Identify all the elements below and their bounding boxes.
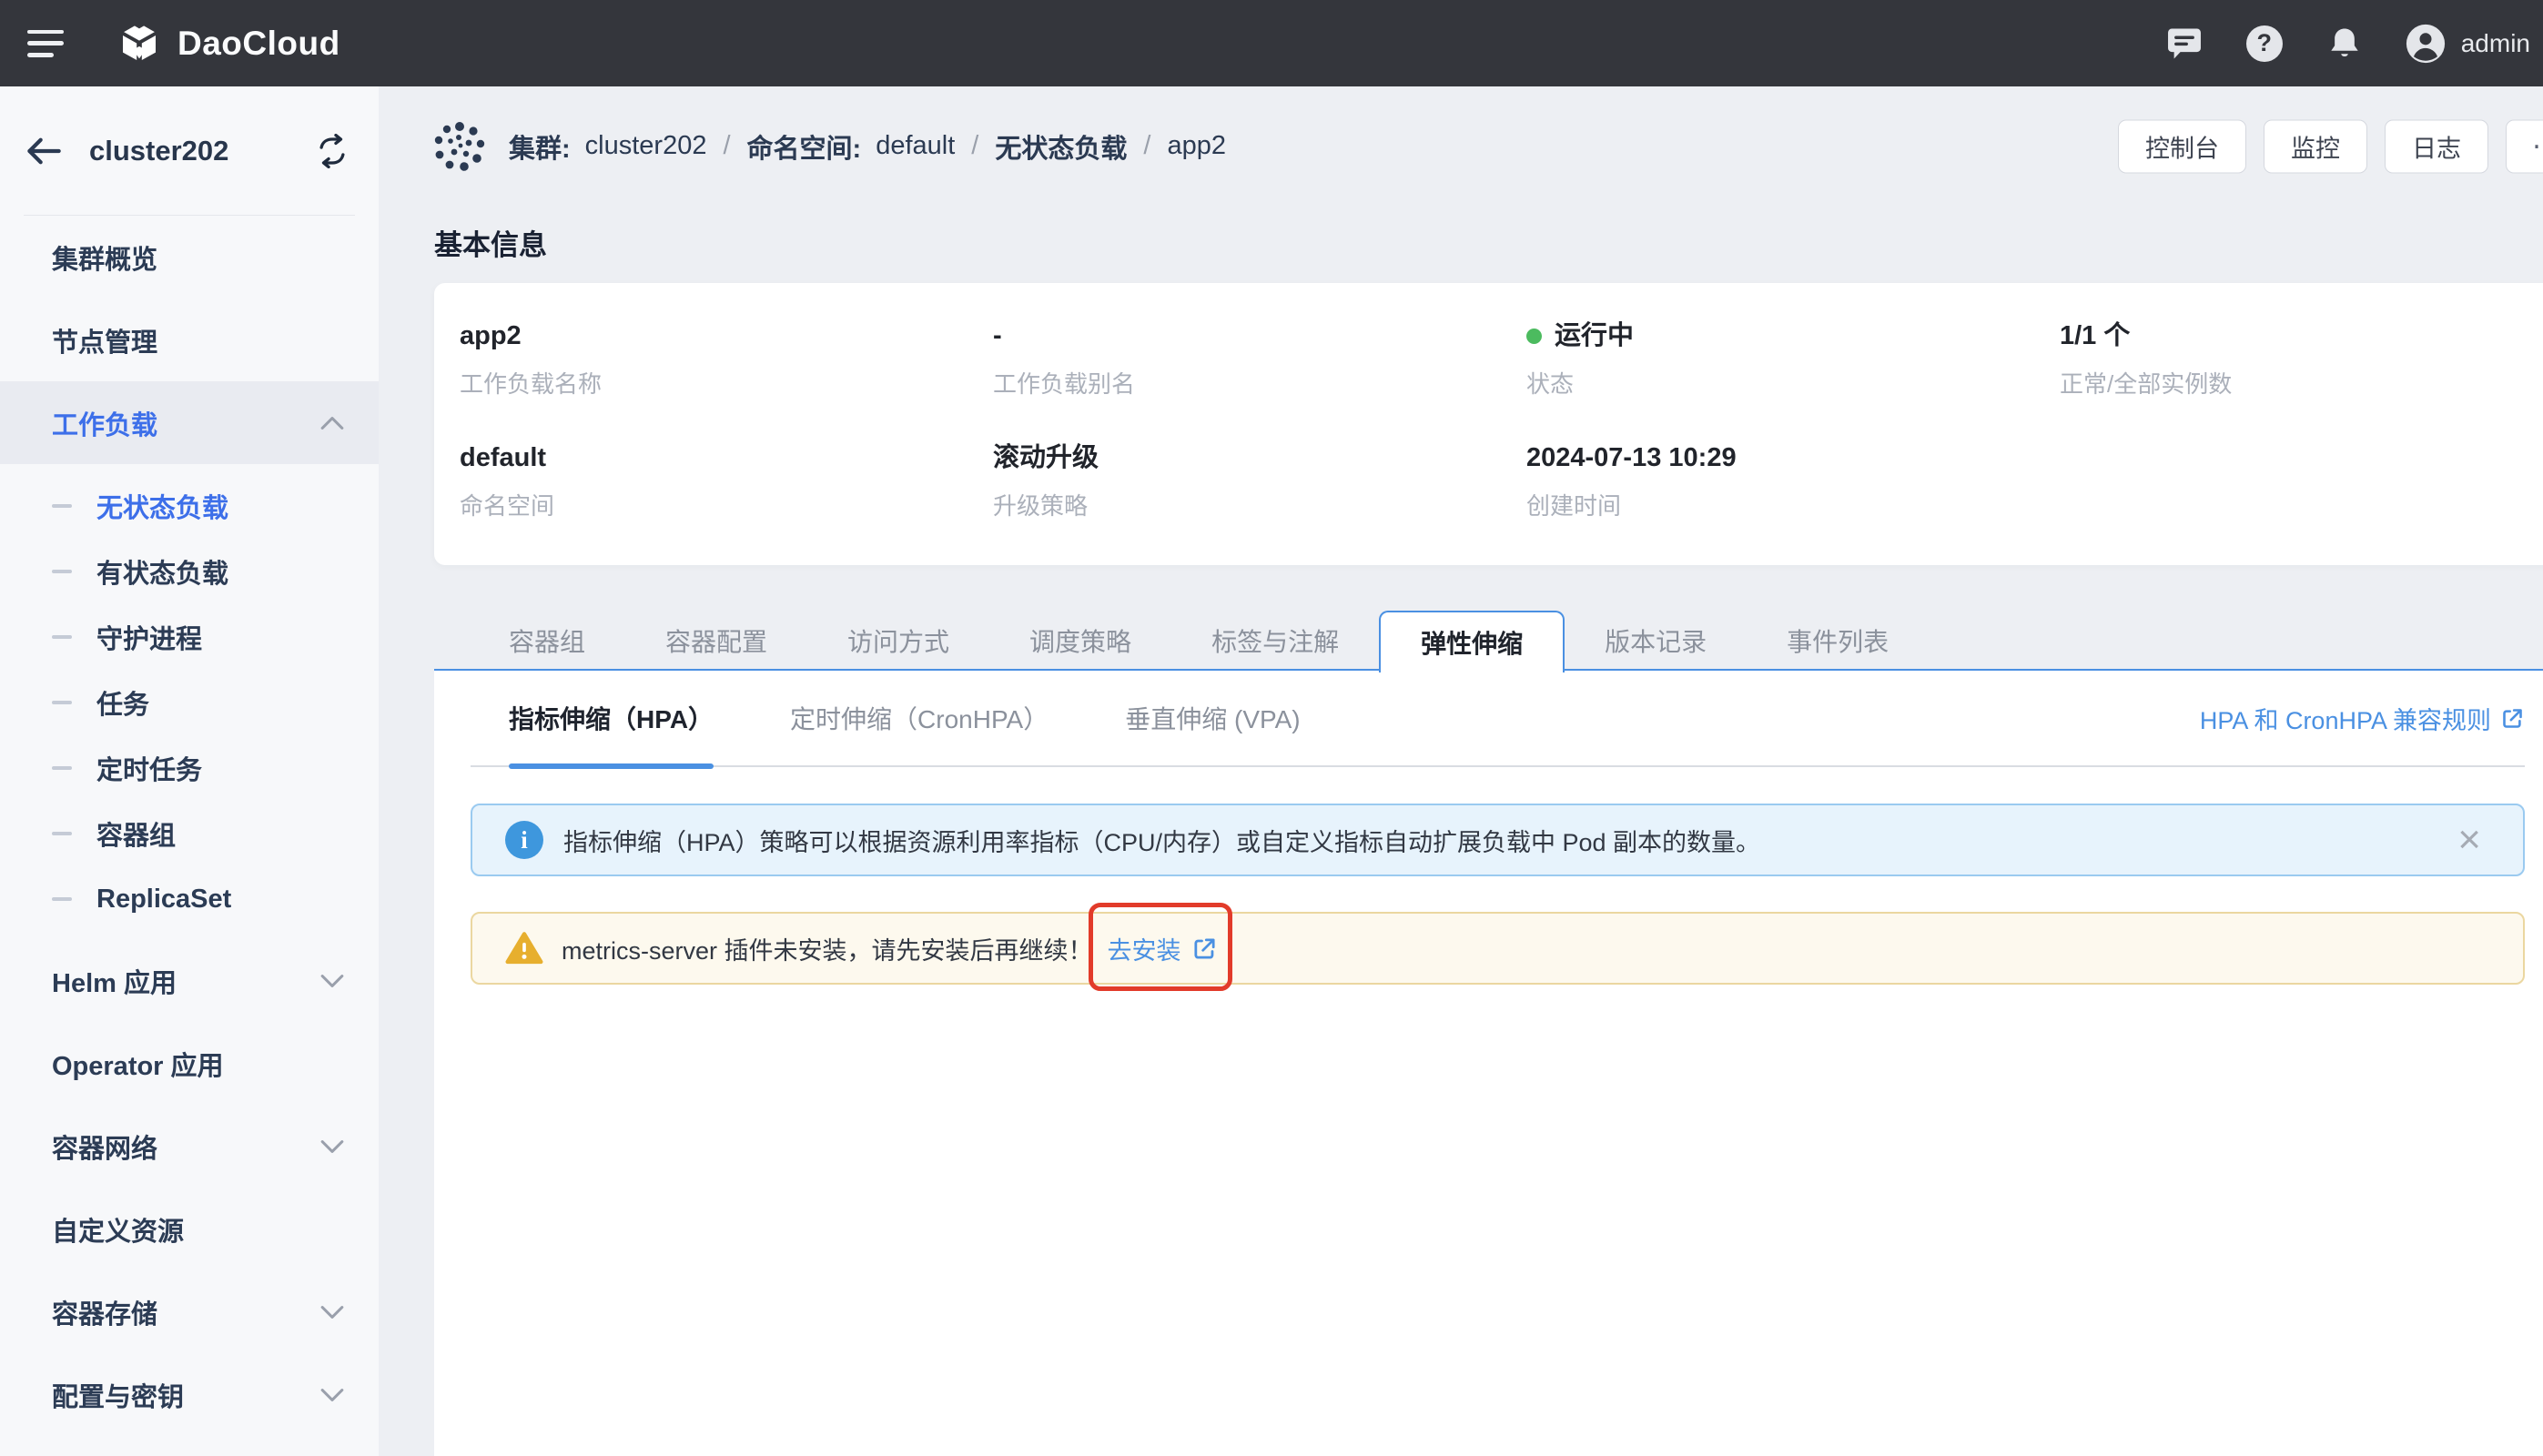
basic-info-card: app2 工作负载名称 - 工作负载别名 运行中 状态 1/1 个 正常/全部实… <box>434 283 2543 565</box>
help-icon[interactable]: ? <box>2244 24 2285 64</box>
sidebar-item-workloads[interactable]: 工作负载 <box>0 381 379 464</box>
field-namespace: default 命名空间 <box>460 441 993 521</box>
sidebar-item-daemonset[interactable]: 守护进程 <box>0 604 379 670</box>
field-upgrade-policy: 滚动升级 升级策略 <box>993 441 1526 521</box>
external-link-icon <box>1191 935 1218 962</box>
chevron-up-icon <box>320 416 344 430</box>
hpa-info-banner: i 指标伸缩（HPA）策略可以根据资源利用率指标（CPU/内存）或自定义指标自动… <box>471 804 2525 876</box>
breadcrumb-cluster-label: 集群: <box>509 127 571 166</box>
tab-pods[interactable]: 容器组 <box>469 611 625 671</box>
sidebar-item-config-secrets[interactable]: 配置与密钥 <box>0 1353 379 1436</box>
chevron-down-icon <box>320 1139 344 1154</box>
sidebar-item-replicaset[interactable]: ReplicaSet <box>0 866 379 932</box>
elastic-scaling-panel: 指标伸缩（HPA） 定时伸缩（CronHPA） 垂直伸缩 (VPA) HPA 和… <box>434 669 2543 1456</box>
tab-event-list[interactable]: 事件列表 <box>1747 611 1929 671</box>
sidebar-item-cluster-overview[interactable]: 集群概览 <box>0 216 379 298</box>
avatar-icon <box>2405 23 2447 65</box>
sidebar-item-container-storage[interactable]: 容器存储 <box>0 1270 379 1353</box>
breadcrumb-cluster-value[interactable]: cluster202 <box>585 131 707 161</box>
field-replicas: 1/1 个 正常/全部实例数 <box>2060 319 2543 399</box>
app-header: DaoCloud ? admin <box>0 0 2543 86</box>
status-running-dot <box>1526 329 1542 344</box>
more-actions-button[interactable]: ⋯ <box>2506 119 2543 173</box>
sidebar-item-cronjobs[interactable]: 定时任务 <box>0 735 379 801</box>
back-arrow-icon[interactable] <box>25 136 62 167</box>
close-icon[interactable]: × <box>2457 820 2481 860</box>
brand-logo: DaoCloud <box>115 19 340 68</box>
scaling-subtabs: 指标伸缩（HPA） 定时伸缩（CronHPA） 垂直伸缩 (VPA) HPA 和… <box>471 671 2525 767</box>
dash-icon <box>52 701 72 705</box>
brand-name: DaoCloud <box>177 25 340 63</box>
dash-icon <box>52 635 72 640</box>
status-badge: 运行中 <box>1555 319 1634 352</box>
tab-elastic-scaling[interactable]: 弹性伸缩 <box>1379 611 1565 672</box>
sidebar-item-custom-resources[interactable]: 自定义资源 <box>0 1188 379 1270</box>
workload-cluster-icon <box>434 121 485 172</box>
sidebar-item-node-management[interactable]: 节点管理 <box>0 298 379 381</box>
metrics-server-warning-banner: metrics-server 插件未安装，请先安装后再继续！ 去安装 <box>471 912 2525 985</box>
go-install-link[interactable]: 去安装 <box>1108 931 1218 966</box>
dash-icon <box>52 504 72 509</box>
field-status: 运行中 状态 <box>1526 319 2060 399</box>
tab-container-config[interactable]: 容器配置 <box>625 611 807 671</box>
sidebar-item-container-network[interactable]: 容器网络 <box>0 1105 379 1188</box>
switch-cluster-icon[interactable] <box>315 134 350 168</box>
breadcrumb-workload-name: app2 <box>1167 131 1226 161</box>
external-link-icon <box>2500 706 2525 731</box>
warning-text: metrics-server 插件未安装，请先安装后再继续！ <box>562 931 1093 966</box>
notifications-bell-icon[interactable] <box>2325 24 2365 64</box>
subtab-cronhpa[interactable]: 定时伸缩（CronHPA） <box>790 671 1049 765</box>
sidebar-item-stateful-workloads[interactable]: 有状态负载 <box>0 539 379 604</box>
chevron-down-icon <box>320 1305 344 1320</box>
basic-info-title: 基本信息 <box>434 222 2543 263</box>
field-workload-alias: - 工作负载别名 <box>993 319 1526 399</box>
dash-icon <box>52 832 72 836</box>
sidebar-item-pods[interactable]: 容器组 <box>0 801 379 866</box>
breadcrumb-namespace-label: 命名空间: <box>747 127 862 166</box>
subtab-vpa[interactable]: 垂直伸缩 (VPA) <box>1125 671 1300 765</box>
tab-labels-annotations[interactable]: 标签与注解 <box>1171 611 1379 671</box>
sidebar-item-helm-apps[interactable]: Helm 应用 <box>0 939 379 1022</box>
monitor-button[interactable]: 监控 <box>2264 119 2367 173</box>
field-workload-name: app2 工作负载名称 <box>460 319 993 399</box>
username-label: admin <box>2461 29 2530 58</box>
tab-scheduling-policy[interactable]: 调度策略 <box>989 611 1171 671</box>
cluster-name: cluster202 <box>89 135 228 167</box>
detail-tabs: 容器组 容器配置 访问方式 调度策略 标签与注解 弹性伸缩 版本记录 事件列表 <box>434 611 2543 671</box>
tab-version-history[interactable]: 版本记录 <box>1565 611 1747 671</box>
main-content: 集群: cluster202 / 命名空间: default / 无状态负载 /… <box>379 86 2543 1456</box>
breadcrumb-namespace-value[interactable]: default <box>876 131 955 161</box>
logs-button[interactable]: 日志 <box>2385 119 2488 173</box>
tab-access-method[interactable]: 访问方式 <box>807 611 989 671</box>
sidebar-item-operator-apps[interactable]: Operator 应用 <box>0 1022 379 1105</box>
info-icon: i <box>505 821 543 859</box>
field-created-at: 2024-07-13 10:29 创建时间 <box>1526 441 2060 521</box>
sidebar-item-stateless-workloads[interactable]: 无状态负载 <box>0 473 379 539</box>
hpa-cronhpa-compat-link[interactable]: HPA 和 CronHPA 兼容规则 <box>2200 701 2525 736</box>
user-menu[interactable]: admin <box>2405 23 2530 65</box>
chevron-down-icon <box>320 1388 344 1402</box>
sidebar-item-jobs[interactable]: 任务 <box>0 670 379 735</box>
subtab-hpa[interactable]: 指标伸缩（HPA） <box>509 671 714 765</box>
dash-icon <box>52 570 72 574</box>
cluster-sidebar: cluster202 集群概览 节点管理 工作负载 无状态负载 有状态负载 守护… <box>0 86 379 1456</box>
hamburger-menu-icon[interactable] <box>27 30 64 57</box>
warning-icon <box>505 930 543 966</box>
daocloud-cube-icon <box>115 19 164 68</box>
hpa-info-text: 指标伸缩（HPA）策略可以根据资源利用率指标（CPU/内存）或自定义指标自动扩展… <box>563 823 1760 858</box>
dash-icon <box>52 766 72 771</box>
messages-icon[interactable] <box>2164 24 2204 64</box>
breadcrumb: 集群: cluster202 / 命名空间: default / 无状态负载 /… <box>509 127 1226 166</box>
dash-icon <box>52 897 72 902</box>
console-button[interactable]: 控制台 <box>2118 119 2246 173</box>
chevron-down-icon <box>320 974 344 988</box>
breadcrumb-workload-type[interactable]: 无状态负载 <box>995 127 1127 166</box>
